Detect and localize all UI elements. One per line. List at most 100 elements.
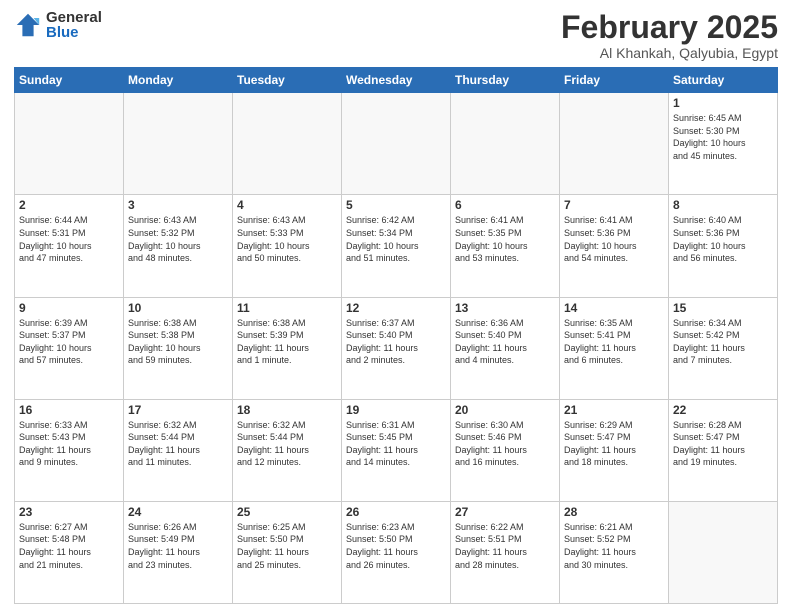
col-thursday: Thursday bbox=[451, 68, 560, 93]
day-info: Sunrise: 6:43 AM Sunset: 5:32 PM Dayligh… bbox=[128, 214, 228, 264]
calendar-day: 23Sunrise: 6:27 AM Sunset: 5:48 PM Dayli… bbox=[15, 501, 124, 603]
day-number: 14 bbox=[564, 301, 664, 315]
day-info: Sunrise: 6:28 AM Sunset: 5:47 PM Dayligh… bbox=[673, 419, 773, 469]
day-number: 19 bbox=[346, 403, 446, 417]
title-block: February 2025 Al Khankah, Qalyubia, Egyp… bbox=[561, 10, 778, 61]
day-info: Sunrise: 6:43 AM Sunset: 5:33 PM Dayligh… bbox=[237, 214, 337, 264]
calendar-day: 10 Sunrise: 6:38 AM Sunset: 5:38 PM Dayli… bbox=[124, 297, 233, 399]
day-number: 13 bbox=[455, 301, 555, 315]
calendar-day bbox=[669, 501, 778, 603]
calendar-day: 12 Sunrise: 6:37 AM Sunset: 5:40 PM Dayli… bbox=[342, 297, 451, 399]
calendar-day: 25 Sunrise: 6:25 AM Sunset: 5:50 PM Dayli… bbox=[233, 501, 342, 603]
calendar-day: 16 Sunrise: 6:33 AM Sunset: 5:43 PM Dayli… bbox=[15, 399, 124, 501]
day-number: 2 bbox=[19, 198, 119, 212]
calendar-day: 2 Sunrise: 6:44 AM Sunset: 5:31 PM Daylig… bbox=[15, 195, 124, 297]
calendar-day: 6 Sunrise: 6:41 AM Sunset: 5:35 PM Daylig… bbox=[451, 195, 560, 297]
day-number: 15 bbox=[673, 301, 773, 315]
calendar-day: 20 Sunrise: 6:30 AM Sunset: 5:46 PM Dayli… bbox=[451, 399, 560, 501]
calendar-day bbox=[124, 93, 233, 195]
day-number: 16 bbox=[19, 403, 119, 417]
day-number: 12 bbox=[346, 301, 446, 315]
col-monday: Monday bbox=[124, 68, 233, 93]
day-info: Sunrise: 6:41 AM Sunset: 5:35 PM Dayligh… bbox=[455, 214, 555, 264]
day-info: Sunrise: 6:44 AM Sunset: 5:31 PM Dayligh… bbox=[19, 214, 119, 264]
day-info: Sunrise: 6:32 AM Sunset: 5:44 PM Dayligh… bbox=[237, 419, 337, 469]
day-info: Sunrise: 6:32 AM Sunset: 5:44 PM Dayligh… bbox=[128, 419, 228, 469]
calendar-week-0: 1Sunrise: 6:45 AM Sunset: 5:30 PM Daylig… bbox=[15, 93, 778, 195]
day-number: 17 bbox=[128, 403, 228, 417]
day-info: Sunrise: 6:42 AM Sunset: 5:34 PM Dayligh… bbox=[346, 214, 446, 264]
calendar-day: 14 Sunrise: 6:35 AM Sunset: 5:41 PM Dayli… bbox=[560, 297, 669, 399]
logo-text: General Blue bbox=[46, 10, 102, 40]
day-number: 3 bbox=[128, 198, 228, 212]
logo-general: General bbox=[46, 10, 102, 25]
day-number: 22 bbox=[673, 403, 773, 417]
calendar-day: 3 Sunrise: 6:43 AM Sunset: 5:32 PM Daylig… bbox=[124, 195, 233, 297]
logo-icon bbox=[14, 11, 42, 39]
day-info: Sunrise: 6:40 AM Sunset: 5:36 PM Dayligh… bbox=[673, 214, 773, 264]
day-info: Sunrise: 6:33 AM Sunset: 5:43 PM Dayligh… bbox=[19, 419, 119, 469]
day-number: 4 bbox=[237, 198, 337, 212]
day-info: Sunrise: 6:25 AM Sunset: 5:50 PM Dayligh… bbox=[237, 521, 337, 571]
calendar-day: 21Sunrise: 6:29 AM Sunset: 5:47 PM Dayli… bbox=[560, 399, 669, 501]
day-number: 6 bbox=[455, 198, 555, 212]
day-number: 7 bbox=[564, 198, 664, 212]
logo-blue: Blue bbox=[46, 25, 102, 40]
logo: General Blue bbox=[14, 10, 102, 40]
col-wednesday: Wednesday bbox=[342, 68, 451, 93]
day-info: Sunrise: 6:37 AM Sunset: 5:40 PM Dayligh… bbox=[346, 317, 446, 367]
day-info: Sunrise: 6:38 AM Sunset: 5:39 PM Dayligh… bbox=[237, 317, 337, 367]
day-number: 25 bbox=[237, 505, 337, 519]
calendar-day: 18 Sunrise: 6:32 AM Sunset: 5:44 PM Dayli… bbox=[233, 399, 342, 501]
day-info: Sunrise: 6:35 AM Sunset: 5:41 PM Dayligh… bbox=[564, 317, 664, 367]
day-info: Sunrise: 6:34 AM Sunset: 5:42 PM Dayligh… bbox=[673, 317, 773, 367]
day-info: Sunrise: 6:23 AM Sunset: 5:50 PM Dayligh… bbox=[346, 521, 446, 571]
day-info: Sunrise: 6:26 AM Sunset: 5:49 PM Dayligh… bbox=[128, 521, 228, 571]
calendar-week-4: 23Sunrise: 6:27 AM Sunset: 5:48 PM Dayli… bbox=[15, 501, 778, 603]
day-number: 10 bbox=[128, 301, 228, 315]
calendar-day: 5Sunrise: 6:42 AM Sunset: 5:34 PM Daylig… bbox=[342, 195, 451, 297]
calendar-day: 26 Sunrise: 6:23 AM Sunset: 5:50 PM Dayli… bbox=[342, 501, 451, 603]
calendar-day: 19Sunrise: 6:31 AM Sunset: 5:45 PM Dayli… bbox=[342, 399, 451, 501]
day-info: Sunrise: 6:27 AM Sunset: 5:48 PM Dayligh… bbox=[19, 521, 119, 571]
calendar-day bbox=[233, 93, 342, 195]
calendar-day: 1Sunrise: 6:45 AM Sunset: 5:30 PM Daylig… bbox=[669, 93, 778, 195]
calendar-day: 4 Sunrise: 6:43 AM Sunset: 5:33 PM Daylig… bbox=[233, 195, 342, 297]
calendar-day bbox=[15, 93, 124, 195]
calendar-day: 17 Sunrise: 6:32 AM Sunset: 5:44 PM Dayli… bbox=[124, 399, 233, 501]
day-info: Sunrise: 6:29 AM Sunset: 5:47 PM Dayligh… bbox=[564, 419, 664, 469]
header-row: Sunday Monday Tuesday Wednesday Thursday… bbox=[15, 68, 778, 93]
day-number: 8 bbox=[673, 198, 773, 212]
day-number: 1 bbox=[673, 96, 773, 110]
calendar-week-3: 16 Sunrise: 6:33 AM Sunset: 5:43 PM Dayli… bbox=[15, 399, 778, 501]
calendar-day: 22 Sunrise: 6:28 AM Sunset: 5:47 PM Dayli… bbox=[669, 399, 778, 501]
calendar-subtitle: Al Khankah, Qalyubia, Egypt bbox=[561, 45, 778, 61]
calendar-day: 9Sunrise: 6:39 AM Sunset: 5:37 PM Daylig… bbox=[15, 297, 124, 399]
calendar-day: 15 Sunrise: 6:34 AM Sunset: 5:42 PM Dayli… bbox=[669, 297, 778, 399]
day-info: Sunrise: 6:30 AM Sunset: 5:46 PM Dayligh… bbox=[455, 419, 555, 469]
calendar-day: 8 Sunrise: 6:40 AM Sunset: 5:36 PM Daylig… bbox=[669, 195, 778, 297]
day-number: 9 bbox=[19, 301, 119, 315]
day-info: Sunrise: 6:36 AM Sunset: 5:40 PM Dayligh… bbox=[455, 317, 555, 367]
calendar-day: 24Sunrise: 6:26 AM Sunset: 5:49 PM Dayli… bbox=[124, 501, 233, 603]
calendar-day: 28Sunrise: 6:21 AM Sunset: 5:52 PM Dayli… bbox=[560, 501, 669, 603]
calendar-day: 7 Sunrise: 6:41 AM Sunset: 5:36 PM Daylig… bbox=[560, 195, 669, 297]
day-info: Sunrise: 6:22 AM Sunset: 5:51 PM Dayligh… bbox=[455, 521, 555, 571]
calendar-week-2: 9Sunrise: 6:39 AM Sunset: 5:37 PM Daylig… bbox=[15, 297, 778, 399]
day-info: Sunrise: 6:38 AM Sunset: 5:38 PM Dayligh… bbox=[128, 317, 228, 367]
day-number: 18 bbox=[237, 403, 337, 417]
page: General Blue February 2025 Al Khankah, Q… bbox=[0, 0, 792, 612]
calendar-week-1: 2 Sunrise: 6:44 AM Sunset: 5:31 PM Daylig… bbox=[15, 195, 778, 297]
col-tuesday: Tuesday bbox=[233, 68, 342, 93]
calendar-day bbox=[342, 93, 451, 195]
day-number: 20 bbox=[455, 403, 555, 417]
day-number: 26 bbox=[346, 505, 446, 519]
col-saturday: Saturday bbox=[669, 68, 778, 93]
calendar-table: Sunday Monday Tuesday Wednesday Thursday… bbox=[14, 67, 778, 604]
day-number: 28 bbox=[564, 505, 664, 519]
header: General Blue February 2025 Al Khankah, Q… bbox=[14, 10, 778, 61]
day-info: Sunrise: 6:41 AM Sunset: 5:36 PM Dayligh… bbox=[564, 214, 664, 264]
calendar-day: 27Sunrise: 6:22 AM Sunset: 5:51 PM Dayli… bbox=[451, 501, 560, 603]
day-number: 11 bbox=[237, 301, 337, 315]
col-friday: Friday bbox=[560, 68, 669, 93]
